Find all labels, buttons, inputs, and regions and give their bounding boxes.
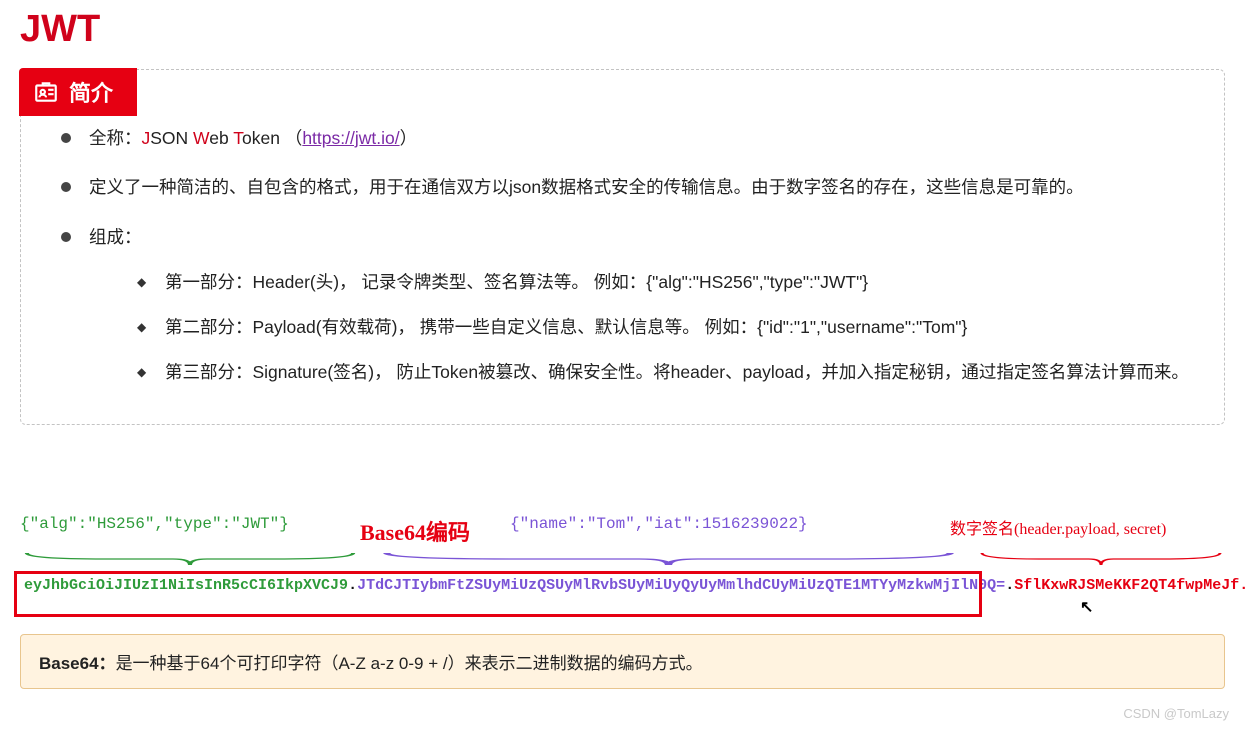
fullname-eb: eb (209, 128, 233, 148)
fullname-j: J (142, 128, 151, 148)
part-header: 第一部分：Header(头)， 记录令牌类型、签名算法等。 例如：{"alg":… (137, 266, 1194, 299)
bullet-fullname: 全称：JSON Web Token （https://jwt.io/） (61, 122, 1194, 155)
fullname-t: T (233, 128, 242, 148)
intro-card: 简介 全称：JSON Web Token （https://jwt.io/） 定… (20, 69, 1225, 425)
intro-badge: 简介 (19, 68, 137, 116)
label-header-json: {"alg":"HS256","type":"JWT"} (20, 515, 360, 547)
fullname-prefix: 全称： (89, 128, 142, 148)
fullname-son: SON (150, 128, 193, 148)
id-card-icon (33, 79, 59, 105)
token-signature: SflKxwRJSMeKKF2QT4fwpMeJf... (1014, 577, 1245, 594)
base64-note: Base64：是一种基于64个可打印字符（A-Z a-z 0-9 + /）来表示… (20, 634, 1225, 689)
fullname-w: W (193, 128, 209, 148)
cursor-icon: ↖ (1080, 597, 1093, 617)
base64-note-text: 是一种基于64个可打印字符（A-Z a-z 0-9 + /）来表示二进制数据的编… (116, 654, 703, 673)
page-title: JWT (20, 8, 1225, 51)
fullname-oken: oken （ (242, 128, 302, 148)
bullet-definition: 定义了一种简洁的、自包含的格式，用于在通信双方以json数据格式安全的传输信息。… (61, 171, 1194, 204)
base64-note-label: Base64： (39, 654, 116, 673)
fullname-close: ） (400, 128, 418, 148)
bullet-composition: 组成： 第一部分：Header(头)， 记录令牌类型、签名算法等。 例如：{"a… (61, 221, 1194, 390)
intro-badge-label: 简介 (69, 76, 113, 108)
part-payload: 第二部分：Payload(有效载荷)， 携带一些自定义信息、默认信息等。 例如：… (137, 311, 1194, 344)
part-signature: 第三部分：Signature(签名)， 防止Token被篡改、确保安全性。将he… (137, 356, 1194, 389)
token-string: eyJhbGciOiJIUzI1NiIsInR5cCI6IkpXVCJ9.JTd… (20, 567, 1225, 604)
jwt-link[interactable]: https://jwt.io/ (302, 128, 399, 148)
composition-title: 组成： (89, 227, 142, 247)
brace-signature (977, 551, 1225, 567)
label-base64: Base64编码 (360, 515, 510, 547)
token-header: eyJhbGciOiJIUzI1NiIsInR5cCI6IkpXVCJ9 (24, 577, 348, 594)
label-signature: 数字签名(header.payload, secret) (950, 515, 1225, 547)
brace-header (20, 551, 360, 567)
watermark: CSDN @TomLazy (1123, 706, 1229, 721)
token-dot-2: . (1005, 577, 1014, 594)
brace-payload (375, 551, 962, 567)
token-payload: JTdCJTIybmFtZSUyMiUzQSUyMlRvbSUyMiUyQyUy… (357, 577, 1005, 594)
token-diagram: {"alg":"HS256","type":"JWT"} Base64编码 {"… (20, 475, 1225, 604)
token-dot-1: . (348, 577, 357, 594)
label-payload-json: {"name":"Tom","iat":1516239022} (510, 515, 950, 547)
